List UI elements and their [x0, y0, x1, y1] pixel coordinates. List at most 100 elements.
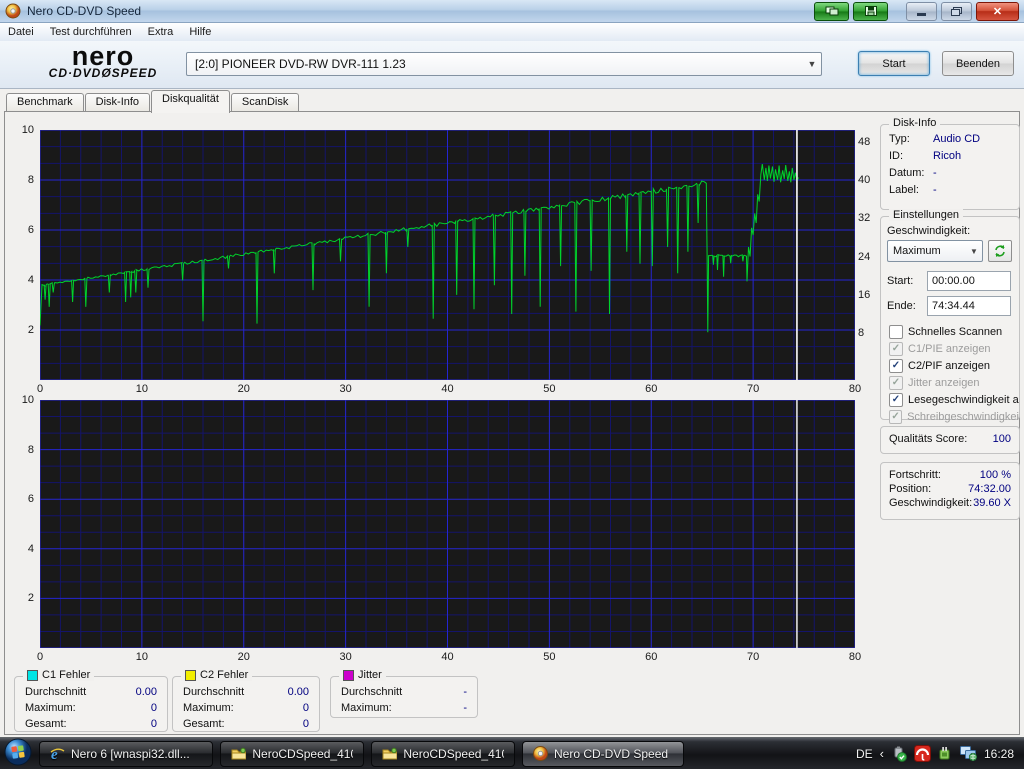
jitter-color-swatch [343, 670, 354, 681]
axis-tick-label: 70 [747, 383, 759, 395]
power-plug-icon[interactable] [938, 746, 953, 761]
quit-button[interactable]: Beenden [942, 51, 1014, 76]
disk-date-value: - [933, 166, 937, 181]
drive-select-value: [2:0] PIONEER DVD-RW DVR-111 1.23 [187, 57, 803, 71]
tray-expand-chevron-icon[interactable]: ‹ [880, 746, 884, 761]
jitter-panel: Jitter Durchschnitt- Maximum:- [330, 676, 478, 718]
title-bar: Nero CD-DVD Speed ✕ [0, 0, 1024, 23]
taskbar: e Nero 6 [wnaspi32.dll... NeroCDSpeed_41… [0, 737, 1024, 769]
disk-label-value: - [933, 183, 937, 198]
tab-scandisk[interactable]: ScanDisk [231, 93, 299, 113]
axis-tick-label: 10 [136, 651, 148, 663]
checkbox-c1-pie-anzeigen[interactable]: C1/PIE anzeigen [889, 341, 1019, 357]
checkbox-icon [889, 376, 903, 390]
axis-tick-label: 2 [8, 592, 34, 604]
start-button[interactable]: Start [858, 51, 930, 76]
c1-color-swatch [27, 670, 38, 681]
tab-bar: BenchmarkDisk-InfoDiskqualitätScanDisk [0, 90, 1024, 112]
axis-tick-label: 10 [136, 383, 148, 395]
maximize-button[interactable] [941, 2, 972, 21]
position-value: 74:32.00 [968, 482, 1011, 496]
axis-tick-label: 60 [645, 383, 657, 395]
disk-info-panel: Disk-Info Typ:Audio CD ID:Ricoh Datum:- … [880, 124, 1020, 210]
screenshot-copy-button[interactable] [814, 2, 849, 21]
chevron-down-icon: ▼ [803, 59, 821, 69]
axis-tick-label: 0 [37, 651, 43, 663]
start-menu-button[interactable] [4, 738, 32, 769]
end-time-field[interactable] [927, 296, 1011, 316]
axis-tick-label: 60 [645, 651, 657, 663]
menu-bar: Datei Test durchführen Extra Hilfe [0, 23, 1024, 42]
read-speed-chart [40, 130, 855, 380]
checkbox-jitter-anzeigen[interactable]: Jitter anzeigen [889, 375, 1019, 391]
refresh-button[interactable] [988, 240, 1012, 262]
settings-title: Einstellungen [893, 209, 959, 221]
checkbox-schreibgeschwindigkeit[interactable]: Schreibgeschwindigkei [889, 409, 1019, 425]
axis-tick-label: 4 [8, 543, 34, 555]
screenshot-save-button[interactable] [853, 2, 888, 21]
checkbox-icon [889, 359, 903, 373]
menu-test-durchfuehren[interactable]: Test durchführen [42, 24, 140, 40]
usb-safely-remove-icon[interactable] [891, 746, 907, 762]
menu-hilfe[interactable]: Hilfe [181, 24, 219, 40]
network-icon[interactable] [960, 746, 977, 761]
quality-score-panel: Qualitäts Score: 100 [880, 426, 1020, 454]
checkbox-icon [889, 410, 902, 424]
quality-score-label: Qualitäts Score: [889, 427, 967, 451]
speed-select[interactable]: Maximum ▼ [887, 240, 983, 262]
disk-type-value: Audio CD [933, 132, 980, 147]
minimize-button[interactable] [906, 2, 937, 21]
ie-icon: e [50, 746, 65, 761]
refresh-icon [994, 244, 1006, 258]
avira-antivirus-icon[interactable] [914, 745, 931, 762]
progress-value: 100 % [980, 468, 1011, 482]
axis-tick-label: 8 [8, 444, 34, 456]
c1-error-panel: C1 Fehler Durchschnitt0.00 Maximum:0 Ges… [14, 676, 168, 732]
axis-tick-label: 50 [543, 651, 555, 663]
settings-panel: Einstellungen Geschwindigkeit: Maximum ▼… [880, 216, 1020, 420]
menu-datei[interactable]: Datei [0, 24, 42, 40]
chevron-down-icon: ▼ [966, 247, 982, 256]
close-icon[interactable]: ✕ [976, 2, 1019, 21]
axis-tick-label: 40 [441, 383, 453, 395]
c2-title: C2 Fehler [200, 669, 248, 681]
axis-tick-label: 80 [849, 383, 861, 395]
disk-info-title: Disk-Info [893, 117, 936, 129]
axis-tick-label: 30 [340, 383, 352, 395]
axis-tick-label: 2 [8, 324, 34, 336]
axis-tick-label: 20 [238, 383, 250, 395]
axis-tick-label: 6 [8, 224, 34, 236]
taskbar-item-nero6[interactable]: e Nero 6 [wnaspi32.dll... [39, 741, 213, 767]
checkbox-icon [889, 325, 903, 339]
axis-tick-label: 0 [37, 383, 43, 395]
start-time-label: Start: [887, 275, 927, 287]
error-rate-chart [40, 400, 855, 648]
clock[interactable]: 16:28 [984, 747, 1014, 761]
c2-color-swatch [185, 670, 196, 681]
tab-benchmark[interactable]: Benchmark [6, 93, 84, 113]
taskbar-item-nerocdspeed-2[interactable]: NeroCDSpeed_410 [371, 741, 515, 767]
toolbar: nero CD·DVDØSPEED [2:0] PIONEER DVD-RW D… [0, 41, 1024, 89]
checkbox-lesegeschwindigkeit[interactable]: Lesegeschwindigkeit a [889, 392, 1019, 408]
menu-extra[interactable]: Extra [140, 24, 182, 40]
jitter-title: Jitter [358, 669, 382, 681]
axis-tick-label: 30 [340, 651, 352, 663]
taskbar-item-nero-cdspeed-active[interactable]: Nero CD-DVD Speed [522, 741, 684, 767]
tab-diskqualitaet[interactable]: Diskqualität [151, 90, 230, 113]
checkbox-icon [889, 393, 903, 407]
taskbar-item-nerocdspeed-1[interactable]: NeroCDSpeed_410 [220, 741, 364, 767]
cd-icon [533, 746, 548, 761]
checkbox-c2-pif-anzeigen[interactable]: C2/PIF anzeigen [889, 358, 1019, 374]
axis-tick-label: 6 [8, 493, 34, 505]
checkbox-schnelles-scannen[interactable]: Schnelles Scannen [889, 324, 1019, 340]
app-cd-icon [5, 3, 21, 19]
c2-error-panel: C2 Fehler Durchschnitt0.00 Maximum:0 Ges… [172, 676, 320, 732]
quality-score-value: 100 [993, 427, 1011, 451]
drive-select[interactable]: [2:0] PIONEER DVD-RW DVR-111 1.23 ▼ [186, 52, 822, 76]
axis-tick-label: 80 [849, 651, 861, 663]
axis-tick-label: 40 [441, 651, 453, 663]
language-indicator[interactable]: DE [856, 747, 873, 761]
start-time-field[interactable] [927, 271, 1011, 291]
axis-tick-label: 70 [747, 651, 759, 663]
tab-disk-info[interactable]: Disk-Info [85, 93, 150, 113]
